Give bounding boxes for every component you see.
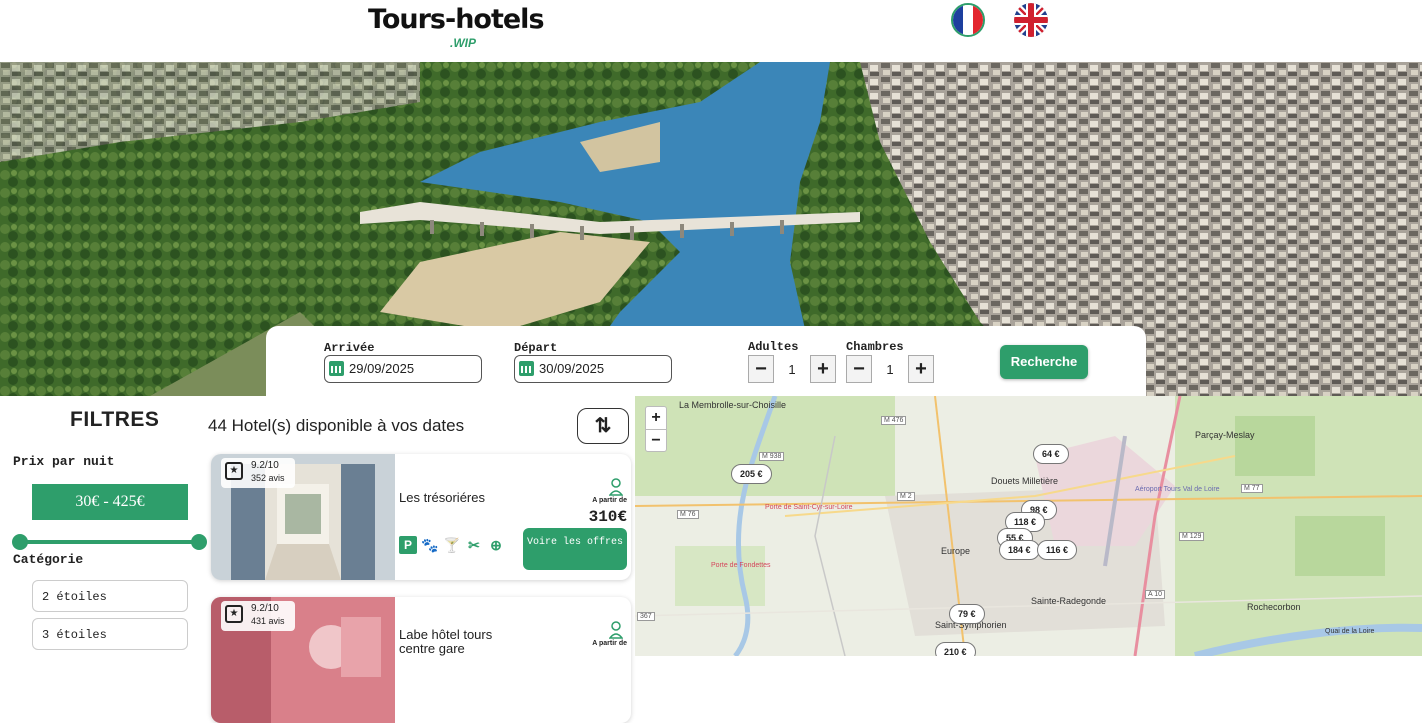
search-button[interactable]: Recherche — [1000, 345, 1088, 379]
wifi-globe-icon: ⊕ — [490, 537, 502, 553]
adults-label: Adultes — [748, 340, 799, 354]
rooms-decrement-button[interactable]: − — [846, 355, 872, 383]
price-slider-max-handle[interactable] — [191, 534, 207, 550]
rating-score: 9.2/10 — [251, 460, 279, 471]
category-label: Catégorie — [13, 552, 84, 567]
price-marker[interactable]: 79 € — [949, 604, 985, 624]
price-per-night-label: Prix par nuit — [13, 454, 115, 469]
departure-date-field[interactable]: 30/09/2025 — [514, 355, 672, 383]
road-label: M 129 — [1179, 532, 1205, 541]
road-label: M 938 — [759, 452, 785, 461]
hotel-card[interactable]: ★ 9.2/10 352 avis Les trésoriéres P 🐾 🍸 … — [211, 454, 631, 580]
map-zoom-control: + − — [645, 406, 667, 452]
hotel-name-line-1[interactable]: Labe hôtel tours — [399, 627, 492, 642]
road-label: M 476 — [881, 416, 907, 425]
adults-value[interactable]: 1 — [774, 362, 810, 377]
place-label: Porte de Saint-Cyr-sur-Loire — [765, 504, 853, 511]
departure-date-value: 30/09/2025 — [539, 361, 605, 376]
pets-icon: 🐾 — [421, 537, 439, 553]
category-2-stars[interactable]: 2 étoiles — [32, 580, 188, 612]
search-panel: Arrivée 29/09/2025 Départ 30/09/2025 Adu… — [266, 326, 1146, 396]
price-from-label: A partir de — [592, 640, 627, 647]
departure-label: Départ — [514, 341, 558, 355]
rating-badge: ★ 9.2/10 352 avis — [221, 458, 295, 488]
logo-title: Tours-hotels — [368, 4, 545, 35]
view-offers-button[interactable]: Voire les offres — [523, 528, 627, 570]
place-label: La Membrolle-sur-Choisille — [679, 400, 787, 410]
sort-button[interactable]: ⇅ — [577, 408, 629, 444]
filters-title: FILTRES — [70, 408, 160, 431]
place-label: Rochecorbon — [1247, 602, 1301, 612]
rooms-increment-button[interactable]: + — [908, 355, 934, 383]
price-slider-min-handle[interactable] — [12, 534, 28, 550]
price-slider-track[interactable] — [20, 540, 200, 544]
road-label: M 77 — [1241, 484, 1263, 493]
place-label: Europe — [941, 546, 971, 556]
price-marker[interactable]: 210 € — [935, 642, 976, 656]
review-count: 352 avis — [251, 473, 285, 483]
category-3-stars[interactable]: 3 étoiles — [32, 618, 188, 650]
rooms-value[interactable]: 1 — [872, 362, 908, 377]
zoom-in-button[interactable]: + — [646, 407, 666, 429]
price-from-label: A partir de — [592, 497, 627, 504]
amenities-list: P 🐾 🍸 ✂ ⊕ — [399, 536, 505, 554]
hotel-price: 310€ — [588, 508, 627, 526]
road-label: A 10 — [1145, 590, 1166, 599]
hotel-card[interactable]: ★ 9.2/10 431 avis Labe hôtel tours centr… — [211, 597, 631, 723]
rooms-label: Chambres — [846, 340, 904, 354]
arrival-label: Arrivée — [324, 341, 375, 355]
price-marker[interactable]: 64 € — [1033, 444, 1069, 464]
calendar-icon — [519, 361, 534, 376]
bar-icon: 🍸 — [443, 537, 461, 553]
road-label: Quai de la Loire — [1325, 628, 1375, 635]
uk-flag-icon[interactable] — [1014, 3, 1048, 37]
review-count: 431 avis — [251, 616, 285, 626]
price-range-display: 30€ - 425€ — [32, 484, 188, 520]
place-label: Sainte-Radegonde — [1031, 596, 1107, 606]
price-marker[interactable]: 205 € — [731, 464, 772, 484]
adults-stepper: − 1 + — [748, 355, 836, 383]
person-icon — [609, 621, 623, 639]
rating-badge: ★ 9.2/10 431 avis — [221, 601, 295, 631]
parking-icon: P — [399, 536, 417, 554]
hotel-map[interactable]: + − La Membrolle-sur-Choisille Parçay-Me… — [635, 396, 1422, 656]
hotel-name-line-2[interactable]: centre gare — [399, 641, 465, 656]
price-marker[interactable]: 184 € — [999, 540, 1040, 560]
road-label: M 2 — [897, 492, 915, 501]
results-count: 44 Hotel(s) disponible à vos dates — [208, 416, 465, 435]
review-star-icon: ★ — [225, 605, 243, 623]
person-icon — [609, 478, 623, 496]
rating-score: 9.2/10 — [251, 603, 279, 614]
fr-flag-icon[interactable] — [951, 3, 985, 37]
header: Tours-hotels .WIP — [0, 0, 1422, 62]
hotel-name[interactable]: Les trésoriéres — [399, 490, 485, 505]
arrival-date-value: 29/09/2025 — [349, 361, 415, 376]
place-label: Douets Milletière — [991, 476, 1059, 486]
adults-decrement-button[interactable]: − — [748, 355, 774, 383]
price-marker[interactable]: 116 € — [1037, 540, 1078, 560]
place-label: Parçay-Meslay — [1195, 430, 1255, 440]
rooms-stepper: − 1 + — [846, 355, 934, 383]
road-label: M 76 — [677, 510, 699, 519]
logo-subtitle: .WIP — [450, 36, 476, 50]
place-label: Porte de Fondettes — [711, 562, 771, 569]
arrival-date-field[interactable]: 29/09/2025 — [324, 355, 482, 383]
site-logo[interactable]: Tours-hotels .WIP — [368, 4, 568, 56]
no-smoking-icon: ✂ — [468, 537, 480, 553]
filters-panel: FILTRES Prix par nuit 30€ - 425€ Catégor… — [0, 396, 207, 656]
calendar-icon — [329, 361, 344, 376]
review-star-icon: ★ — [225, 462, 243, 480]
place-label: Aéroport Tours Val de Loire — [1135, 486, 1220, 493]
zoom-out-button[interactable]: − — [646, 429, 666, 451]
adults-increment-button[interactable]: + — [810, 355, 836, 383]
road-label: 367 — [637, 612, 655, 621]
